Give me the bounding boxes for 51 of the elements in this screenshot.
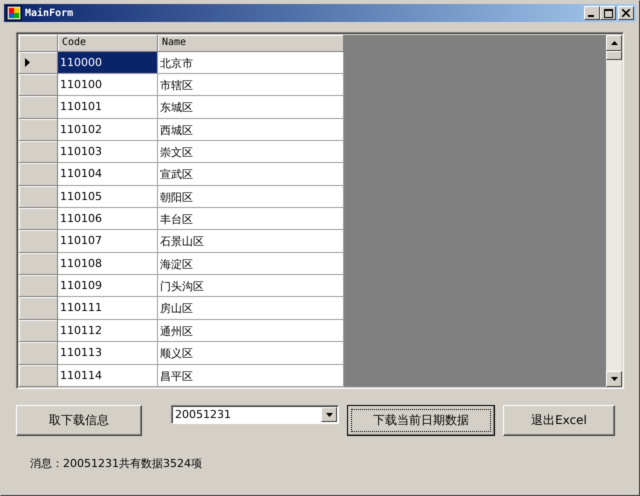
table-cell[interactable]: 110105 xyxy=(58,186,158,208)
exit-excel-button[interactable]: 退出Excel xyxy=(503,405,615,436)
table-cell[interactable]: 110103 xyxy=(58,140,158,164)
table-cell[interactable]: 丰台区 xyxy=(158,208,344,230)
table-cell[interactable]: 崇文区 xyxy=(158,140,344,164)
column-header[interactable]: Name xyxy=(158,35,344,52)
table-cell[interactable]: 110104 xyxy=(58,163,158,186)
table-cell[interactable]: 110112 xyxy=(58,320,158,342)
table-cell[interactable]: 石景山区 xyxy=(158,230,344,253)
table-cell[interactable]: 110108 xyxy=(58,252,158,276)
scroll-thumb[interactable] xyxy=(606,51,622,60)
table-cell[interactable]: 110107 xyxy=(58,230,158,253)
table-cell[interactable]: 市辖区 xyxy=(158,74,344,96)
table-cell[interactable]: 房山区 xyxy=(158,297,344,320)
table-cell[interactable]: 北京市 xyxy=(158,52,344,74)
scroll-up-icon xyxy=(610,41,618,45)
maximize-icon xyxy=(604,8,612,18)
window-title: MainForm xyxy=(25,8,74,18)
table-cell[interactable]: 海淀区 xyxy=(158,252,344,276)
table-cell[interactable]: 110114 xyxy=(58,364,158,387)
row-header[interactable] xyxy=(19,52,58,74)
dropdown-icon xyxy=(326,412,332,416)
app-icon xyxy=(6,5,22,21)
table-cell[interactable]: 门头沟区 xyxy=(158,275,344,298)
table-cell[interactable]: 110000 xyxy=(58,52,158,74)
table-cell[interactable]: 朝阳区 xyxy=(158,186,344,208)
minimize-button[interactable] xyxy=(584,6,600,20)
maximize-button[interactable] xyxy=(600,6,616,20)
corner-header xyxy=(19,35,58,52)
table-cell[interactable]: 顺义区 xyxy=(158,342,344,365)
scroll-down-icon xyxy=(610,377,618,381)
status-message: 消息：20051231共有数据3524项 xyxy=(30,456,202,471)
table-cell[interactable]: 110100 xyxy=(58,74,158,96)
table-cell[interactable]: 110101 xyxy=(58,96,158,119)
scrollbar[interactable] xyxy=(606,35,622,387)
column-header[interactable]: Code xyxy=(58,35,158,52)
table-cell[interactable]: 西城区 xyxy=(158,118,344,141)
table-cell[interactable]: 东城区 xyxy=(158,96,344,119)
table-cell[interactable]: 110102 xyxy=(58,118,158,141)
table-cell[interactable]: 昌平区 xyxy=(158,364,344,387)
close-icon xyxy=(622,9,630,17)
table-cell[interactable]: 宣武区 xyxy=(158,163,344,186)
fetch-info-button[interactable]: 取下载信息 xyxy=(16,405,142,436)
close-button[interactable] xyxy=(618,6,634,20)
table-cell[interactable]: 110111 xyxy=(58,297,158,320)
table-cell[interactable]: 110113 xyxy=(58,342,158,365)
date-dropdown[interactable]: 20051231 xyxy=(171,405,339,424)
table-cell[interactable]: 通州区 xyxy=(158,320,344,342)
table-cell[interactable]: 110106 xyxy=(58,208,158,230)
download-button[interactable]: 下载当前日期数据 xyxy=(347,405,495,436)
table-cell[interactable]: 110109 xyxy=(58,275,158,298)
